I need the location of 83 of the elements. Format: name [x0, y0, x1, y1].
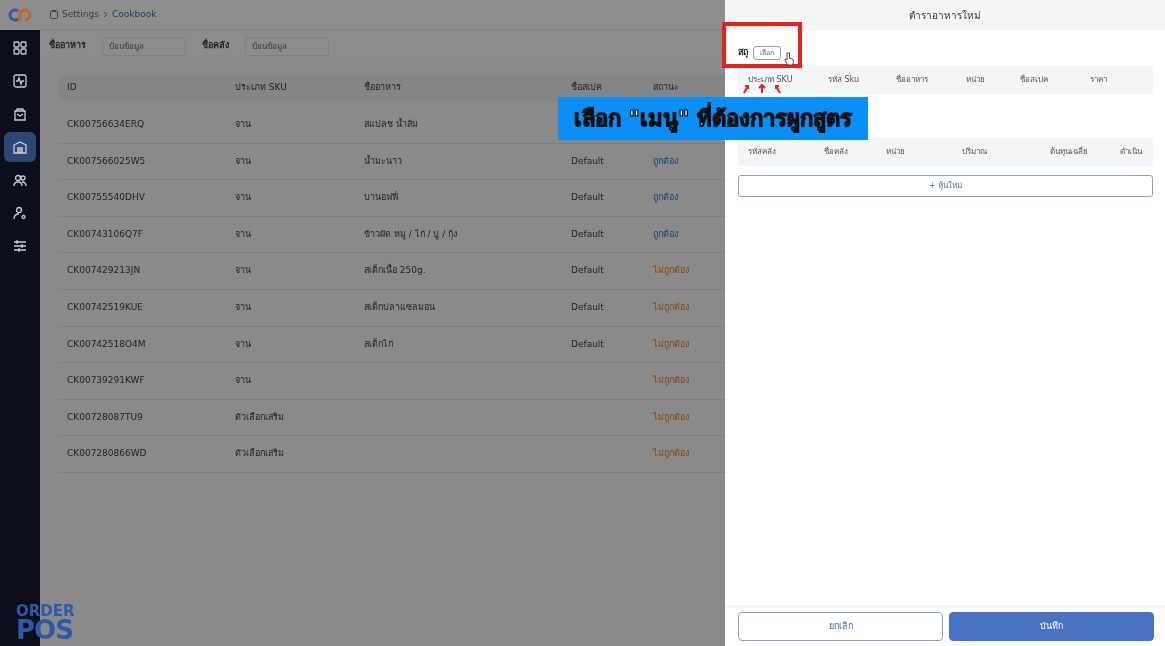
column-header: สถานะ	[653, 81, 680, 95]
table-cell-text: CK00728087TU9	[67, 410, 144, 424]
filter-label: ชื่อคลัง	[202, 39, 229, 53]
column-header: ราคา	[1089, 74, 1108, 86]
column-header: ต้นทุนเฉลี่ย	[1049, 146, 1089, 158]
status-text: ไม่ถูกต้อง	[653, 410, 690, 425]
status-text: ไม่ถูกต้อง	[653, 447, 690, 461]
table-cell-text: จาน	[235, 154, 252, 168]
table-cell-text: จาน	[235, 301, 252, 314]
table-cell-text: จาน	[235, 191, 252, 205]
column-header: ชื่อสเปค	[571, 81, 603, 95]
chevron-icon	[102, 11, 108, 18]
table-cell-text: CK00755540DHV	[67, 191, 146, 205]
breadcrumb-item[interactable]: Cookbook	[111, 7, 157, 22]
column-header: ชื่ออาหาร	[364, 81, 402, 95]
table-cell-text: ตัวเลือกเสริม	[235, 447, 285, 461]
breadcrumb-item[interactable]: Settings	[62, 7, 99, 22]
column-header: ปริมาณ	[961, 146, 988, 158]
table-cell-text: ข้าวผัด หมู / ไก่ / ปู / กุ้ง	[364, 227, 459, 242]
table-cell-text: บานอฟฟี่	[364, 191, 399, 205]
table-cell-text: น้ำมะนาว	[364, 154, 403, 168]
table-cell-text: CK007566025W5	[67, 154, 147, 168]
column-header: ชื่อสเปค	[1019, 74, 1049, 86]
table-cell-text: สเต็กปลาแซลมอน	[364, 301, 436, 314]
column-header: หน่วย	[965, 74, 986, 86]
table-cell-text: สเต็กไก่	[364, 337, 394, 351]
table-cell-text: Default	[571, 337, 605, 351]
table-cell-text: Default	[571, 227, 605, 241]
status-text: ไม่ถูกต้อง	[653, 301, 690, 315]
table-cell-text: สแปลช น้ำส้ม	[364, 118, 419, 132]
filter-label: ชื่ออาหาร	[49, 39, 86, 53]
table-cell-text: สเต็กเนื้อ 250g.	[364, 264, 427, 278]
status-text: ถูกต้อง	[653, 154, 679, 169]
search-field[interactable]: ป้อนข้อมูล	[102, 36, 186, 56]
column-header: ประเภท SKU	[235, 81, 288, 95]
table-cell-text: CK00743106Q7F	[67, 227, 144, 241]
add-stock-button[interactable]: + หุ้นใหม่	[738, 175, 1153, 197]
table-cell-text: Default	[571, 301, 605, 314]
table-cell-text: CK007280866WD	[67, 447, 148, 461]
pulse-icon	[13, 74, 27, 88]
logo-icon	[7, 7, 33, 23]
table-cell-text: Default	[571, 191, 605, 205]
table-cell-text: CK00742518O4M	[67, 337, 147, 351]
column-header: ดำเนิน	[1119, 146, 1144, 158]
caption-banner: เลือก "เมนู" ที่ต้องการผูกสูตร	[558, 97, 868, 140]
column-header: หน่วย	[885, 146, 906, 158]
save-button[interactable]: บันทึก	[949, 612, 1154, 641]
sliders-icon	[13, 239, 27, 253]
table-cell-text: CK00739291KWF	[67, 374, 146, 388]
table-cell-text: Default	[571, 154, 605, 168]
users-icon	[13, 173, 27, 187]
table-cell-text: CK00756634ERQ	[67, 118, 146, 132]
status-text: ถูกต้อง	[653, 227, 679, 242]
table-cell-text: จาน	[235, 374, 252, 388]
table-cell-text: ตัวเลือกเสริม	[235, 410, 285, 424]
hand-cursor-icon	[784, 52, 794, 66]
cancel-button[interactable]: ยกเลิก	[738, 612, 943, 641]
column-header: ประเภท SKU	[747, 74, 794, 86]
table-cell-text: จาน	[235, 227, 252, 241]
user-gear-icon	[13, 206, 27, 220]
column-header: ชื่ออาหาร	[895, 74, 929, 86]
column-header: รหัส Sku	[827, 74, 861, 86]
warehouse-icon	[13, 140, 27, 154]
table-cell-text: CK00742519KUE	[67, 301, 144, 314]
bag-icon	[13, 107, 27, 121]
column-header: ชื่อคลัง	[823, 146, 849, 158]
field-label: สถุ	[738, 46, 748, 60]
search-field[interactable]: ป้อนข้อมูล	[245, 36, 329, 56]
table-cell-text: จาน	[235, 337, 252, 351]
column-header: ID	[67, 81, 78, 95]
clipboard-icon	[50, 10, 58, 19]
status-text: ถูกต้อง	[653, 191, 679, 205]
sidebar-item[interactable]	[4, 132, 36, 162]
table-cell-text: CK007429213JN	[67, 264, 142, 278]
status-text: ไม่ถูกต้อง	[653, 337, 690, 352]
table-cell-text: จาน	[235, 118, 252, 132]
grid-icon	[13, 41, 27, 55]
panel-title: ตำราอาหารใหม่	[725, 0, 1165, 30]
status-text: ไม่ถูกต้อง	[653, 374, 690, 388]
table-cell-text: จาน	[235, 264, 252, 278]
status-text: ไม่ถูกต้อง	[653, 264, 690, 278]
column-header: รหัสคลัง	[747, 146, 777, 158]
table-cell-text: Default	[571, 264, 605, 278]
